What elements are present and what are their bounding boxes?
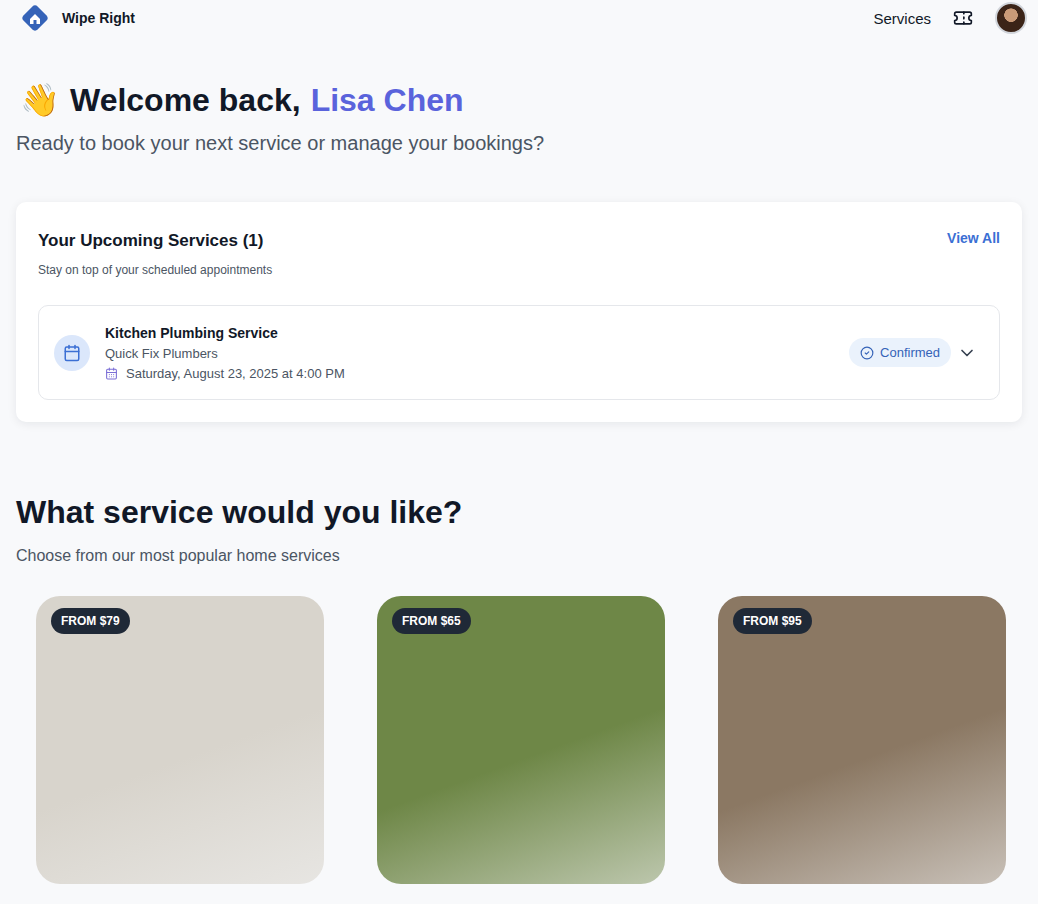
user-name: Lisa Chen [311,80,464,120]
status-badge: Confirmed [849,338,951,367]
check-icon [860,346,874,360]
services-title: What service would you like? [16,492,1022,532]
top-bar: Wipe Right Services [0,0,1038,36]
calendar-icon [54,335,90,371]
service-card[interactable]: FROM $95 [718,596,1006,884]
nav-link[interactable]: Services [873,10,931,27]
upcoming-header: Your Upcoming Services (1) View All [38,230,1000,252]
upcoming-title: Your Upcoming Services (1) [38,230,263,252]
service-grid: FROM $79 FROM $65 FROM $95 [16,596,1022,884]
welcome-heading: 👋Welcome back,Lisa Chen [20,80,1022,120]
price-badge: FROM $95 [733,608,812,634]
price-badge: FROM $79 [51,608,130,634]
welcome-subtitle: Ready to book your next service or manag… [16,129,1022,157]
logo-icon [20,3,50,33]
services-subtitle: Choose from our most popular home servic… [16,544,1022,568]
brand[interactable]: Wipe Right [20,3,135,33]
booking-service: Kitchen Plumbing Service [105,325,834,341]
expand-button[interactable] [957,343,977,363]
brand-name: Wipe Right [62,10,135,26]
date-text: Saturday, August 23, 2025 at 4:00 PM [126,366,345,381]
date-icon [105,367,118,380]
ticket-icon[interactable] [953,8,973,28]
upcoming-card: Your Upcoming Services (1) View All Stay o… [16,202,1022,422]
booking-actions: Confirmed [849,338,977,367]
view-all-link[interactable]: View All [947,230,1000,246]
booking-date: Saturday, August 23, 2025 at 4:00 PM [105,366,834,381]
page: Wipe Right Services 👋Welcome back,Lisa Che… [0,0,1038,904]
wave-icon: 👋 [20,80,60,120]
greeting: Welcome back, [70,80,301,120]
chevron-down-icon [957,343,977,363]
status-text: Confirmed [880,345,940,360]
booking-info: Kitchen Plumbing Service Quick Fix Plumbe… [105,325,834,381]
service-card[interactable]: FROM $65 [377,596,665,884]
avatar[interactable] [995,2,1027,34]
upcoming-subtitle: Stay on top of your scheduled appointmen… [38,262,1000,278]
main: 👋Welcome back,Lisa Chen Ready to book you… [0,36,1038,884]
booking-provider: Quick Fix Plumbers [105,346,834,361]
nav: Services [873,2,1027,34]
price-badge: FROM $65 [392,608,471,634]
booking-row[interactable]: Kitchen Plumbing Service Quick Fix Plumbe… [38,305,1000,400]
service-card[interactable]: FROM $79 [36,596,324,884]
